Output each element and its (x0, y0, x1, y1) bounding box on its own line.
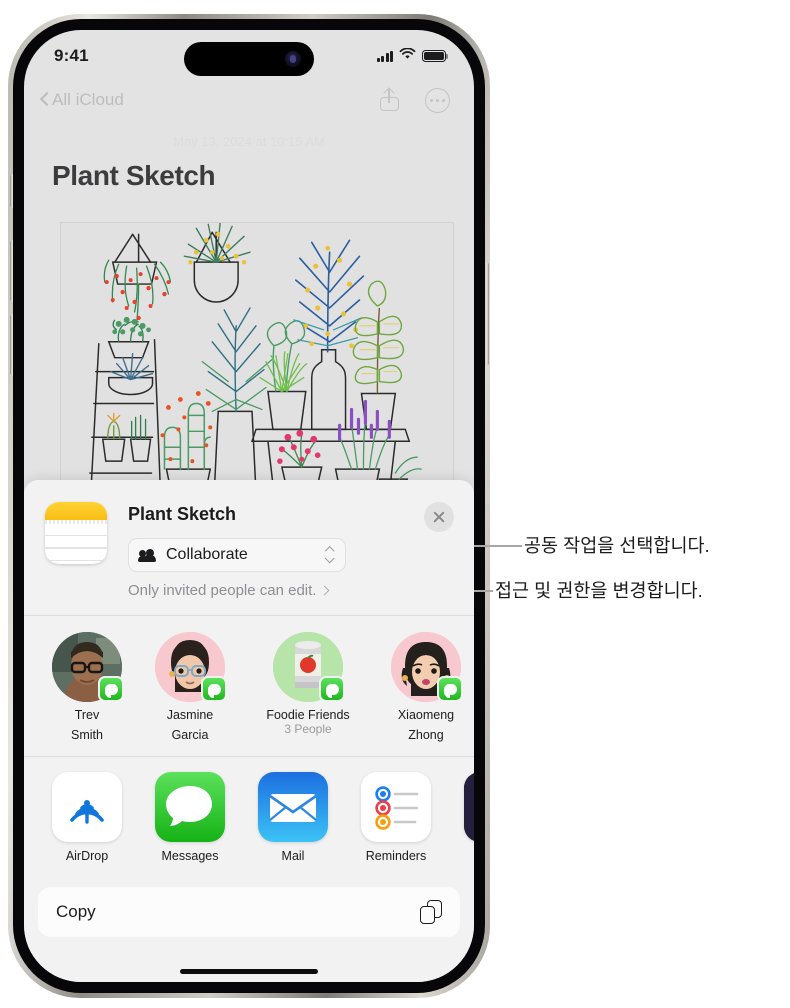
copy-action-row[interactable]: Copy (38, 887, 460, 937)
share-sheet-title: Plant Sketch (128, 504, 237, 524)
share-apps-row[interactable]: AirDrop Messages Mail Reminders (24, 757, 474, 875)
mail-icon (258, 772, 328, 842)
callout-label-permissions: 접근 및 권한을 변경합니다. (495, 580, 703, 601)
plant-sketch-drawing[interactable] (60, 222, 454, 494)
suggested-contacts-row[interactable]: Trev Smith Jasmine Garcia Foodie Friends… (24, 616, 474, 756)
device-screen: 9:41 All iCloud May 13, 2024 at 10:15 AM… (24, 30, 474, 982)
share-target-mail[interactable]: Mail (258, 772, 328, 863)
app-label: Messages (161, 849, 219, 863)
app-label: AirDrop (65, 849, 109, 863)
home-indicator (180, 969, 318, 974)
two-people-icon (138, 548, 159, 562)
list-item[interactable]: Foodie Friends 3 People (258, 632, 358, 736)
list-item[interactable]: Jasmine Garcia (155, 632, 227, 742)
notes-app-icon (45, 502, 107, 564)
status-clock: 9:41 (54, 46, 89, 65)
callout-label-collaborate: 공동 작업을 선택합니다. (524, 535, 710, 556)
reminders-icon (361, 772, 431, 842)
contact-name: Jasmine (166, 708, 214, 722)
collaborate-dropdown-label: Collaborate (166, 546, 248, 563)
contact-name: Foodie Friends (266, 708, 350, 722)
cellular-bars-icon (376, 50, 393, 62)
chevron-up-down-icon (324, 546, 335, 564)
share-target-reminders[interactable]: Reminders (361, 772, 431, 863)
copy-label: Copy (56, 902, 96, 921)
battery-full-icon (422, 50, 449, 62)
messages-badge-icon (319, 676, 345, 702)
note-timestamp: May 13, 2024 at 10:15 AM (173, 134, 325, 149)
app-label: Reminders (365, 849, 427, 863)
contact-name: Xiaomeng (397, 708, 455, 722)
contact-name-line2: Garcia (171, 728, 209, 742)
app-label: Mail (281, 849, 305, 863)
app-label: J (464, 849, 474, 863)
permission-link[interactable]: Only invited people can edit. (128, 582, 328, 599)
share-target-messages[interactable]: Messages (155, 772, 225, 863)
contact-name-line2: Smith (71, 728, 103, 742)
collaborate-dropdown[interactable]: Collaborate (128, 538, 346, 572)
wifi-icon (399, 47, 416, 65)
ellipsis-circle-icon[interactable] (425, 87, 450, 113)
contact-name: Trev (74, 708, 100, 722)
permission-label: Only invited people can edit. (128, 582, 317, 599)
chevron-right-icon (321, 585, 328, 597)
contact-subtitle: 3 People (284, 722, 332, 736)
back-button-label: All iCloud (52, 90, 124, 109)
airdrop-icon (52, 772, 122, 842)
share-target-airdrop[interactable]: AirDrop (52, 772, 122, 863)
dark-app-icon (464, 772, 474, 842)
navigation-bar: All iCloud (24, 76, 474, 124)
page-title: Plant Sketch (52, 160, 216, 191)
back-button-all-icloud[interactable]: All iCloud (40, 90, 124, 110)
iphone-device-frame: 9:41 All iCloud May 13, 2024 at 10:15 AM… (8, 14, 490, 998)
contact-name-line2: Zhong (408, 728, 444, 742)
share-sheet-header: Plant Sketch Collaborate Only invited pe… (24, 480, 474, 615)
list-item[interactable]: Trev Smith (52, 632, 124, 742)
status-indicators (376, 47, 449, 65)
nav-actions (380, 87, 450, 113)
messages-badge-icon (437, 676, 463, 702)
list-item[interactable]: Xiaomeng Zhong (391, 632, 463, 742)
share-sheet: Plant Sketch Collaborate Only invited pe… (24, 480, 474, 982)
messages-icon (155, 772, 225, 842)
share-target-other-app[interactable]: J (464, 772, 474, 863)
share-icon[interactable] (380, 89, 399, 111)
device-bezel: 9:41 All iCloud May 13, 2024 at 10:15 AM… (13, 19, 485, 993)
messages-badge-icon (98, 676, 124, 702)
chevron-left-icon (40, 92, 49, 108)
close-icon[interactable] (424, 502, 454, 532)
dynamic-island (184, 42, 314, 76)
front-camera-icon (285, 51, 301, 67)
messages-badge-icon (201, 676, 227, 702)
screenshot-root: 9:41 All iCloud May 13, 2024 at 10:15 AM… (0, 0, 790, 1008)
copy-icon (420, 900, 442, 924)
